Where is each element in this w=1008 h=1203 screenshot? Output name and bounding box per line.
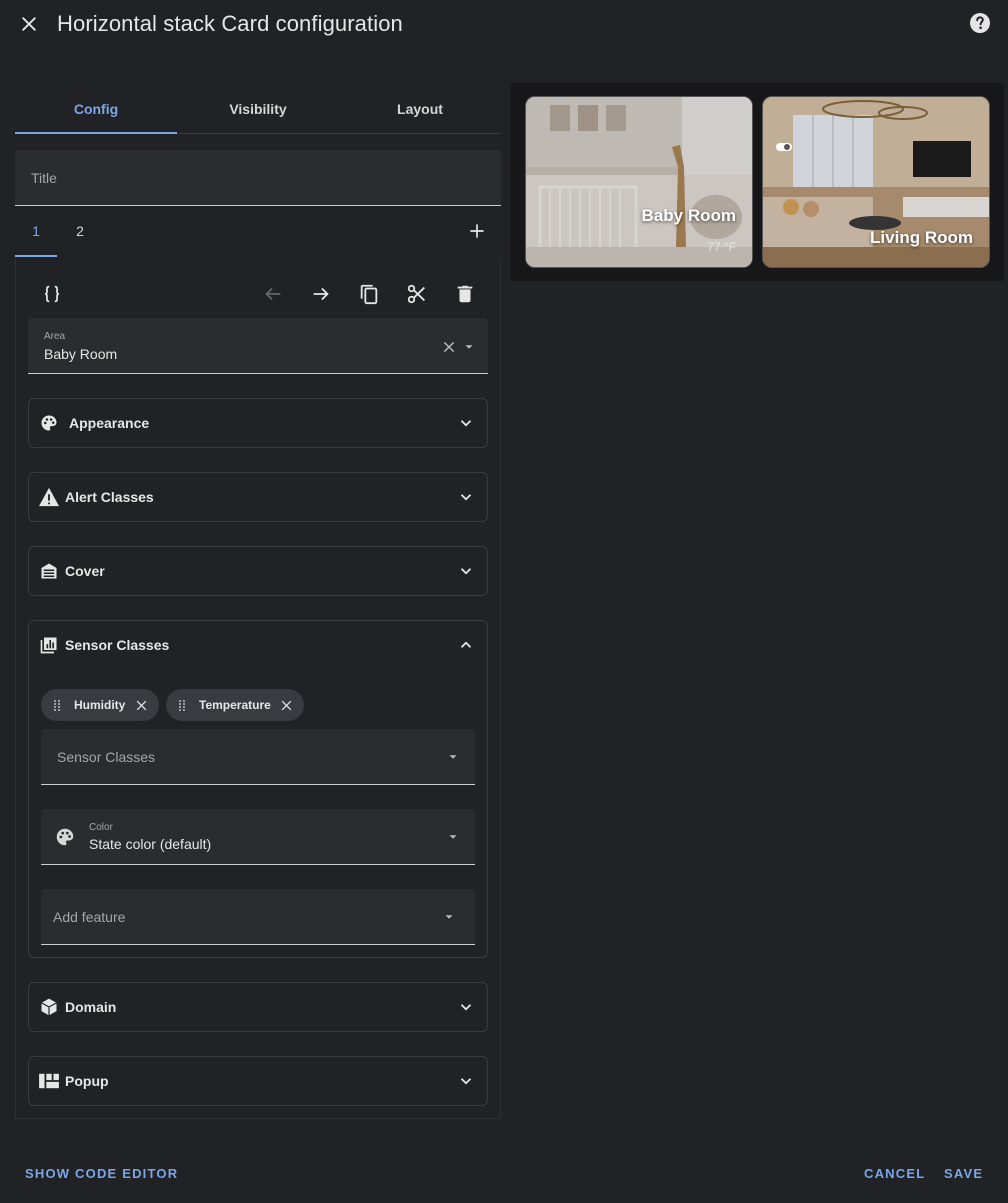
area-value: Baby Room	[44, 346, 118, 362]
cube-icon	[38, 996, 60, 1018]
config-tabs: Config Visibility Layout	[15, 84, 501, 134]
card-config-dialog: Horizontal stack Card configuration Conf…	[0, 0, 1008, 1203]
help-circle-icon	[970, 13, 990, 33]
move-left-button[interactable]	[259, 280, 287, 308]
sensor-classes-placeholder: Sensor Classes	[57, 749, 156, 765]
area-label: Area	[44, 331, 66, 342]
cover-header[interactable]: Cover	[29, 547, 487, 595]
domain-header[interactable]: Domain	[29, 983, 487, 1031]
card-tab-2[interactable]: 2	[59, 206, 101, 256]
palette-icon	[54, 826, 76, 848]
menu-down-icon	[443, 827, 463, 847]
sensor-classes-select[interactable]: Sensor Classes	[41, 729, 475, 785]
chip-label: Temperature	[199, 698, 271, 712]
popup-header[interactable]: Popup	[29, 1057, 487, 1105]
tab-visibility[interactable]: Visibility	[177, 84, 339, 133]
toggle-switch-icon	[776, 143, 792, 151]
title-input[interactable]: Title	[15, 150, 501, 206]
tab-layout[interactable]: Layout	[339, 84, 501, 133]
move-right-button[interactable]	[307, 280, 335, 308]
appearance-header[interactable]: Appearance	[29, 399, 487, 447]
area-card-baby-room[interactable]: Baby Room 77 °F	[525, 96, 753, 268]
drag-handle-icon[interactable]	[52, 699, 64, 711]
alert-icon	[38, 486, 60, 508]
color-label: Color	[89, 822, 113, 833]
sensor-classes-label: Sensor Classes	[65, 637, 170, 653]
close-icon	[136, 700, 147, 710]
appearance-label: Appearance	[69, 415, 150, 431]
sensor-classes-header[interactable]: Sensor Classes	[29, 621, 487, 669]
card-preview: Baby Room 77 °F Living Room	[511, 83, 1004, 281]
color-value: State color (default)	[89, 836, 212, 852]
chevron-down-icon	[455, 486, 477, 508]
area-clear-button[interactable]	[438, 336, 460, 358]
garage-icon	[38, 560, 60, 582]
alert-classes-header[interactable]: Alert Classes	[29, 473, 487, 521]
card-title: Baby Room	[641, 206, 736, 225]
chevron-down-icon	[455, 560, 477, 582]
card-tabs: 1 2	[15, 206, 501, 258]
chevron-down-icon	[455, 412, 477, 434]
close-icon	[282, 700, 292, 710]
drag-handle-icon[interactable]	[177, 699, 189, 711]
plus-icon	[470, 224, 484, 238]
arrow-left-icon	[265, 287, 281, 301]
cut-button[interactable]	[403, 280, 431, 308]
arrow-right-icon	[313, 287, 329, 301]
area-select[interactable]: Area Baby Room	[28, 318, 488, 374]
cover-label: Cover	[65, 563, 105, 579]
card-tab-1[interactable]: 1	[15, 206, 57, 257]
help-button[interactable]	[966, 9, 994, 37]
chart-box-icon	[38, 634, 60, 656]
popup-label: Popup	[65, 1073, 109, 1089]
close-icon	[22, 17, 36, 31]
close-button[interactable]	[14, 9, 44, 39]
add-feature-select[interactable]: Add feature	[41, 889, 475, 945]
save-button[interactable]: SAVE	[944, 1166, 983, 1181]
show-code-editor-button[interactable]: SHOW CODE EDITOR	[25, 1166, 178, 1181]
card-editor: Area Baby Room Appearance Alert Classes …	[15, 258, 501, 1119]
alert-classes-section: Alert Classes	[28, 472, 488, 522]
sensor-classes-section: Sensor Classes Humidity Temperature Sens…	[28, 620, 488, 958]
menu-down-icon	[443, 747, 463, 767]
palette-icon	[38, 412, 60, 434]
code-braces-icon	[45, 285, 59, 303]
card-toolbar	[28, 276, 488, 312]
chevron-down-icon	[455, 996, 477, 1018]
code-editor-toggle-button[interactable]	[38, 280, 66, 308]
appearance-section: Appearance	[28, 398, 488, 448]
add-card-button[interactable]	[463, 217, 491, 245]
cancel-button[interactable]: CANCEL	[864, 1166, 925, 1181]
chip-label: Humidity	[74, 698, 126, 712]
dialog-title: Horizontal stack Card configuration	[57, 11, 403, 36]
color-select[interactable]: Color State color (default)	[41, 809, 475, 865]
menu-down-icon	[439, 907, 459, 927]
duplicate-button[interactable]	[355, 280, 383, 308]
chevron-down-icon	[455, 1070, 477, 1092]
domain-section: Domain	[28, 982, 488, 1032]
delete-button[interactable]	[451, 280, 479, 308]
sensor-chip-temperature[interactable]: Temperature	[166, 689, 304, 721]
domain-label: Domain	[65, 999, 117, 1015]
area-card-living-room[interactable]: Living Room	[762, 96, 990, 268]
area-dropdown-button[interactable]	[458, 336, 480, 358]
menu-down-icon	[465, 345, 473, 349]
alert-classes-label: Alert Classes	[65, 489, 154, 505]
add-feature-placeholder: Add feature	[53, 909, 126, 925]
chip-remove-button[interactable]	[278, 696, 296, 714]
delete-icon	[457, 285, 473, 303]
chip-remove-button[interactable]	[132, 696, 150, 714]
sensor-chip-humidity[interactable]: Humidity	[41, 689, 159, 721]
cut-icon	[407, 284, 425, 304]
popup-section: Popup	[28, 1056, 488, 1106]
view-dashboard-icon	[38, 1070, 60, 1092]
card-title: Living Room	[870, 228, 973, 247]
copy-icon	[360, 284, 378, 305]
close-icon	[443, 341, 455, 353]
card-temperature: 77 °F	[707, 240, 736, 254]
tab-config[interactable]: Config	[15, 84, 177, 134]
cover-section: Cover	[28, 546, 488, 596]
chevron-up-icon	[455, 634, 477, 656]
